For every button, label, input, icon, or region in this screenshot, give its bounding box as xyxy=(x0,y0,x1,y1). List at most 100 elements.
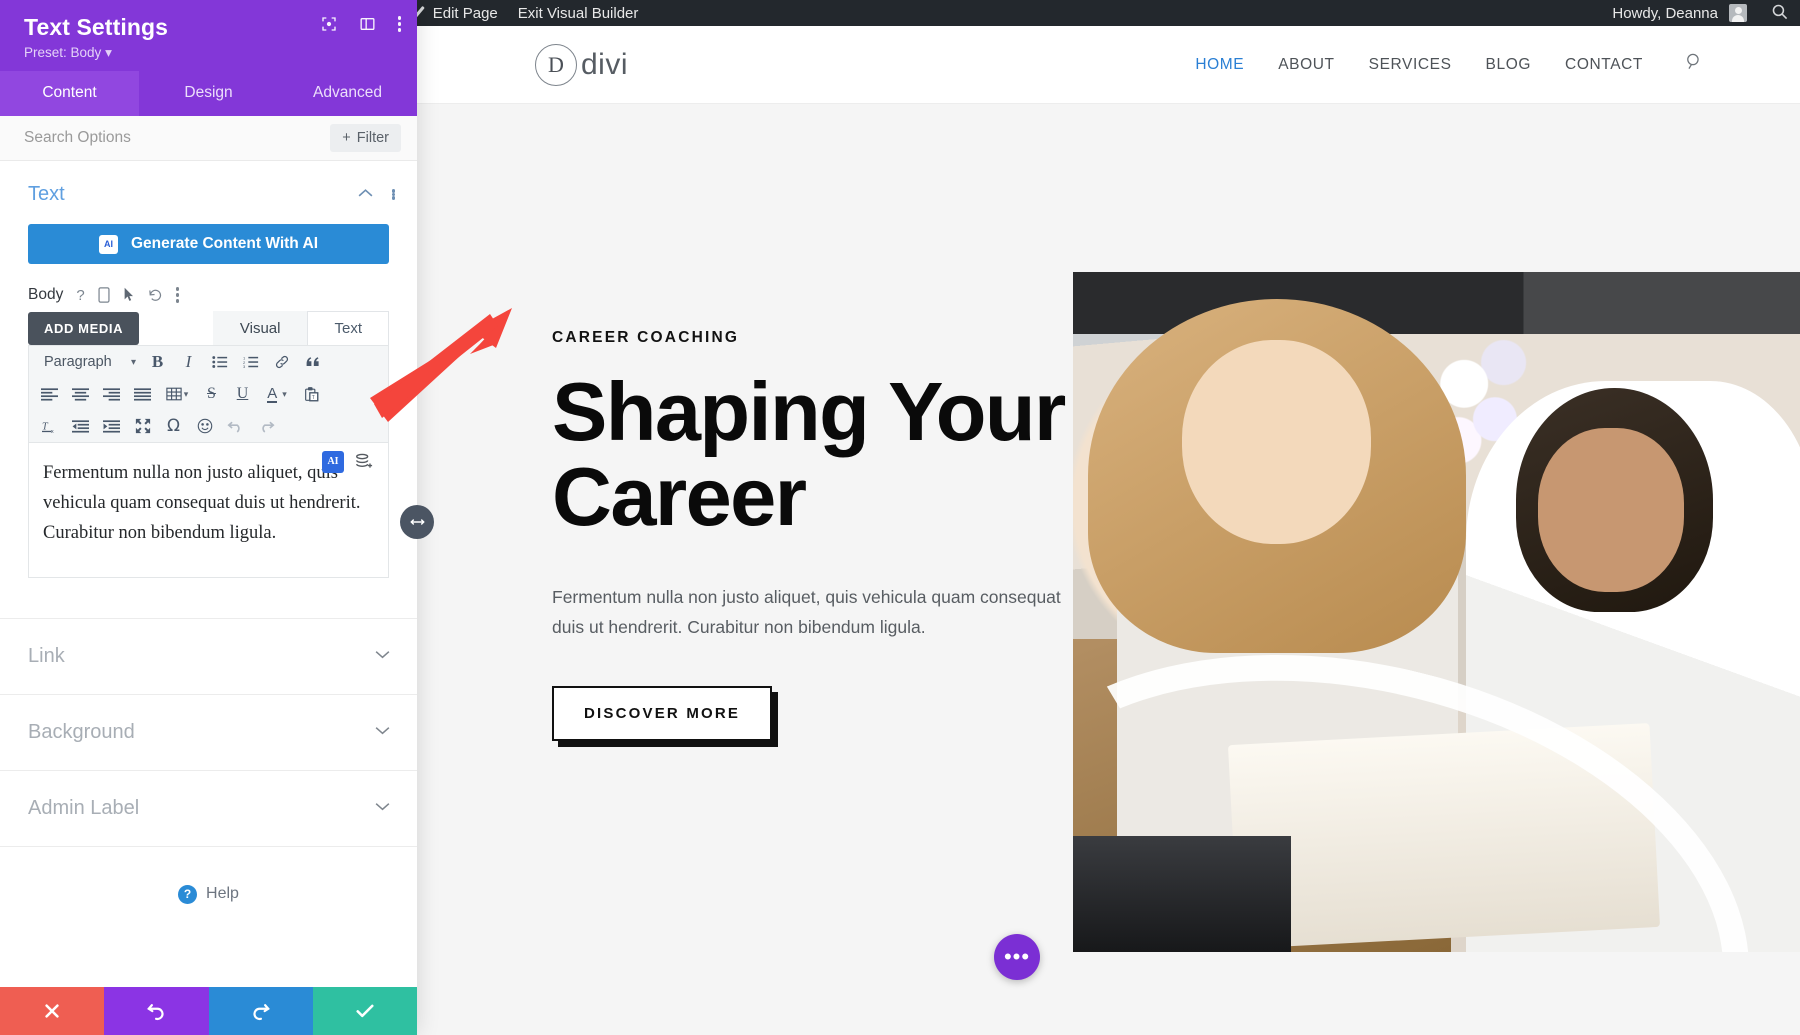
nav-item-services[interactable]: SERVICES xyxy=(1369,56,1452,74)
ai-badge-icon[interactable]: AI xyxy=(322,451,344,473)
search-icon[interactable] xyxy=(1771,3,1788,24)
add-media-button[interactable]: ADD MEDIA xyxy=(28,312,140,345)
tab-text[interactable]: Text xyxy=(307,311,389,345)
divi-page-settings-button[interactable]: ••• xyxy=(994,934,1040,980)
chevron-down-icon xyxy=(374,723,391,741)
format-select[interactable]: Paragraph ▾ xyxy=(34,354,142,370)
generate-content-with-ai-button[interactable]: AI Generate Content With AI xyxy=(28,224,389,264)
fullscreen-icon[interactable] xyxy=(127,413,158,439)
panel-header-icons xyxy=(321,16,401,32)
editor-top-bar: ADD MEDIA Visual Text xyxy=(28,311,389,345)
responsive-icon[interactable] xyxy=(98,287,110,303)
discard-button[interactable] xyxy=(0,987,105,1035)
numbered-list-icon[interactable]: 123 xyxy=(235,349,266,375)
format-select-value: Paragraph xyxy=(44,354,112,370)
chevron-up-icon[interactable] xyxy=(357,186,374,204)
accordion-admin-label[interactable]: Admin Label xyxy=(0,769,417,846)
accordion-link-label: Link xyxy=(28,644,65,667)
tab-visual[interactable]: Visual xyxy=(212,311,308,345)
module-settings-panel: Text Settings Preset: Body ▾ Content Des… xyxy=(0,0,417,1035)
target-icon[interactable] xyxy=(321,16,337,32)
nav-item-about[interactable]: ABOUT xyxy=(1278,56,1334,74)
outdent-icon[interactable] xyxy=(65,413,96,439)
undo-icon[interactable] xyxy=(220,413,251,439)
kebab-menu-icon[interactable] xyxy=(397,16,401,32)
indent-icon[interactable] xyxy=(96,413,127,439)
bold-icon[interactable]: B xyxy=(142,349,173,375)
help-icon: ? xyxy=(178,884,198,904)
nav-item-blog[interactable]: BLOG xyxy=(1486,56,1531,74)
column-resize-handle[interactable] xyxy=(400,505,434,539)
site-header: D divi HOME ABOUT SERVICES BLOG CONTACT xyxy=(417,26,1800,104)
tab-advanced[interactable]: Advanced xyxy=(278,71,417,116)
divi-logo[interactable]: D divi xyxy=(535,43,628,86)
preset-selector[interactable]: Preset: Body ▾ xyxy=(24,45,399,61)
align-right-icon[interactable] xyxy=(96,381,127,407)
help-icon[interactable]: ? xyxy=(76,287,84,304)
hero-text-block: CAREER COACHING Shaping Your Career Ferm… xyxy=(552,329,1112,748)
svg-text:3: 3 xyxy=(243,364,246,369)
svg-text:T: T xyxy=(312,394,315,400)
section-title: Text xyxy=(28,183,65,205)
discover-more-button[interactable]: DISCOVER MORE xyxy=(552,686,779,748)
search-input[interactable] xyxy=(24,129,331,147)
nav-item-home[interactable]: HOME xyxy=(1195,56,1244,74)
nav-item-contact[interactable]: CONTACT xyxy=(1565,56,1643,74)
blockquote-icon[interactable] xyxy=(297,349,328,375)
my-account-menu[interactable]: Howdy, Deanna xyxy=(1598,0,1757,26)
exit-visual-builder-link[interactable]: Exit Visual Builder xyxy=(508,0,649,26)
divi-logo-mark: D xyxy=(535,43,577,86)
svg-text:x: x xyxy=(51,428,54,433)
chevron-down-icon xyxy=(374,799,391,817)
panel-header: Text Settings Preset: Body ▾ xyxy=(0,0,417,71)
bulleted-list-icon[interactable] xyxy=(204,349,235,375)
redo-button[interactable] xyxy=(208,987,313,1035)
redo-icon[interactable] xyxy=(251,413,282,439)
link-icon[interactable] xyxy=(266,349,297,375)
reset-icon[interactable] xyxy=(148,288,163,303)
wysiwyg-editor: ADD MEDIA Visual Text Paragraph ▾ B I 1 … xyxy=(28,311,389,578)
accordion-admin-label-label: Admin Label xyxy=(28,796,140,819)
panel-body: Text AI Generate Content With AI Body ? xyxy=(0,161,417,1035)
text-color-icon[interactable]: A ▾ xyxy=(258,381,296,407)
avatar xyxy=(1729,4,1747,22)
layout-icon[interactable] xyxy=(359,16,376,32)
field-kebab-menu-icon[interactable] xyxy=(175,287,180,303)
tab-design[interactable]: Design xyxy=(139,71,278,116)
search-icon[interactable] xyxy=(1685,52,1704,77)
filter-button[interactable]: + Filter xyxy=(330,124,401,152)
hover-icon[interactable] xyxy=(123,287,135,303)
accordion-background[interactable]: Background xyxy=(0,693,417,770)
chevron-down-icon: ▾ xyxy=(130,356,136,368)
italic-icon[interactable]: I xyxy=(173,349,204,375)
accordion-link[interactable]: Link xyxy=(0,617,417,694)
hero-paragraph[interactable]: Fermentum nulla non justo aliquet, quis … xyxy=(552,582,1082,642)
panel-footer-actions xyxy=(0,987,417,1035)
emoji-icon[interactable] xyxy=(189,413,220,439)
help-label: Help xyxy=(206,885,239,903)
special-character-icon[interactable]: Ω xyxy=(158,413,189,439)
table-icon[interactable]: ▾ xyxy=(158,381,196,407)
align-center-icon[interactable] xyxy=(65,381,96,407)
admin-bar-right: Howdy, Deanna xyxy=(1598,0,1800,26)
help-link[interactable]: ? Help xyxy=(0,845,417,942)
save-button[interactable] xyxy=(312,987,417,1035)
ai-stack-icon[interactable] xyxy=(354,452,374,483)
hero-heading[interactable]: Shaping Your Career xyxy=(552,369,1112,540)
editor-content-text: Fermentum nulla non justo aliquet, quis … xyxy=(43,463,361,543)
cta-label[interactable]: DISCOVER MORE xyxy=(552,686,773,742)
section-kebab-menu-icon[interactable] xyxy=(391,189,395,200)
undo-button[interactable] xyxy=(104,987,209,1035)
toolbar-row-3: Tx Ω xyxy=(29,410,388,442)
preset-label: Preset: Body xyxy=(24,45,102,60)
strikethrough-icon[interactable]: S xyxy=(196,381,227,407)
editor-content-area[interactable]: Fermentum nulla non justo aliquet, quis … xyxy=(28,443,389,578)
underline-icon[interactable]: U xyxy=(227,381,258,407)
toolbar-row-1: Paragraph ▾ B I 123 xyxy=(29,346,388,378)
align-justify-icon[interactable] xyxy=(127,381,158,407)
clear-formatting-icon[interactable]: Tx xyxy=(34,413,65,439)
align-left-icon[interactable] xyxy=(34,381,65,407)
paste-as-text-icon[interactable]: T xyxy=(296,381,327,407)
site-navigation: HOME ABOUT SERVICES BLOG CONTACT xyxy=(1195,52,1704,77)
tab-content[interactable]: Content xyxy=(0,71,139,116)
